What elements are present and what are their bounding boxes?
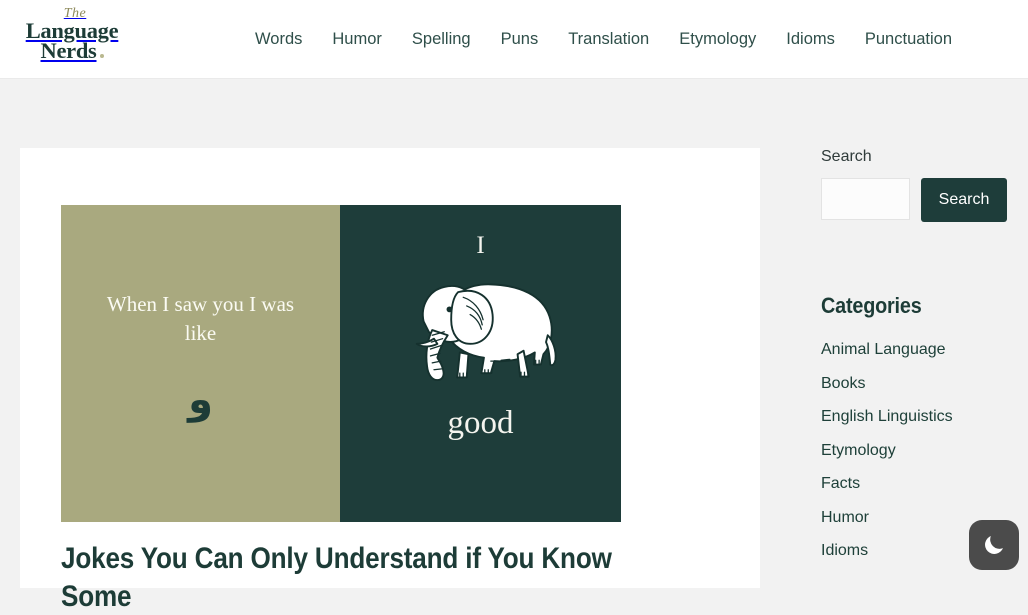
arabic-waw-glyph: و bbox=[188, 376, 213, 423]
category-link-etymology[interactable]: Etymology bbox=[821, 442, 896, 459]
categories-heading: Categories bbox=[821, 293, 922, 318]
category-link-english-linguistics[interactable]: English Linguistics bbox=[821, 408, 953, 425]
category-link-idioms[interactable]: Idioms bbox=[821, 542, 868, 559]
site-header: The Language Nerds Words Humor Spelling … bbox=[0, 0, 1028, 79]
list-item: Facts bbox=[821, 475, 1008, 493]
featured-image-left-panel: When I saw you I was like و bbox=[61, 205, 340, 522]
nav-item-words[interactable]: Words bbox=[240, 0, 317, 79]
nav-item-punctuation[interactable]: Punctuation bbox=[850, 0, 967, 79]
page-body: When I saw you I was like و I good Jokes… bbox=[0, 79, 1028, 613]
site-logo[interactable]: The Language Nerds bbox=[20, 7, 124, 69]
search-widget: Search Search bbox=[821, 148, 1008, 268]
list-item: Etymology bbox=[821, 442, 1008, 460]
article-featured-image[interactable]: When I saw you I was like و I good bbox=[61, 205, 621, 522]
search-input[interactable] bbox=[821, 178, 910, 220]
list-item: Books bbox=[821, 375, 1008, 393]
featured-image-right-top-text: I bbox=[476, 232, 485, 259]
dark-mode-toggle-button[interactable] bbox=[969, 520, 1019, 570]
nav-item-etymology[interactable]: Etymology bbox=[664, 0, 771, 79]
featured-image-left-text: When I saw you I was like bbox=[106, 292, 295, 345]
list-item: Animal Language bbox=[821, 341, 1008, 359]
nav-item-translation[interactable]: Translation bbox=[553, 0, 664, 79]
search-label: Search bbox=[821, 148, 872, 165]
search-row: Search bbox=[821, 178, 1008, 222]
nav-item-idioms[interactable]: Idioms bbox=[771, 0, 850, 79]
logo-nerds-word: Nerds bbox=[40, 37, 97, 63]
elephant-icon bbox=[393, 268, 568, 393]
category-link-animal-language[interactable]: Animal Language bbox=[821, 341, 946, 358]
featured-image-right-panel: I good bbox=[340, 205, 621, 522]
featured-image-right-bottom-text: good bbox=[447, 405, 514, 441]
category-link-humor[interactable]: Humor bbox=[821, 509, 869, 526]
nav-item-puns[interactable]: Puns bbox=[486, 0, 554, 79]
category-link-books[interactable]: Books bbox=[821, 375, 865, 392]
article-card: When I saw you I was like و I good Jokes… bbox=[20, 148, 760, 613]
list-item: English Linguistics bbox=[821, 408, 1008, 426]
logo-dot-icon bbox=[99, 53, 104, 58]
moon-icon bbox=[981, 532, 1007, 558]
category-link-facts[interactable]: Facts bbox=[821, 475, 860, 492]
nav-item-spelling[interactable]: Spelling bbox=[397, 0, 486, 79]
search-button[interactable]: Search bbox=[921, 178, 1007, 222]
nav-item-humor[interactable]: Humor bbox=[317, 0, 397, 79]
sidebar: Search Search Categories Animal Language… bbox=[821, 148, 1008, 576]
main-navigation: Words Humor Spelling Puns Translation Et… bbox=[240, 0, 967, 79]
